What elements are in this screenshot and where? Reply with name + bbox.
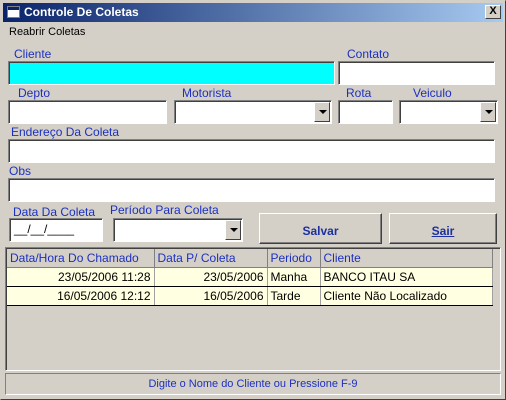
main-window: Controle De Coletas X Reabrir Coletas Cl… — [0, 0, 506, 400]
close-button[interactable]: X — [485, 5, 501, 19]
sair-button-label: Sair — [431, 224, 455, 238]
window-icon — [7, 6, 20, 18]
sair-button[interactable]: Sair — [389, 213, 497, 244]
periodo-combo[interactable] — [113, 218, 243, 242]
cliente-label: Cliente — [14, 47, 52, 61]
veiculo-combo[interactable] — [399, 100, 498, 124]
endereco-field[interactable] — [8, 139, 495, 163]
motorista-combo[interactable] — [174, 100, 332, 124]
veiculo-dropdown-icon[interactable] — [480, 102, 496, 122]
depto-field[interactable] — [8, 100, 167, 124]
motorista-dropdown-icon[interactable] — [314, 102, 330, 122]
cell-periodo: Tarde — [267, 286, 321, 306]
table-row[interactable]: 23/05/2006 11:28 23/05/2006 Manha BANCO … — [7, 267, 493, 287]
depto-label: Depto — [18, 86, 51, 100]
motorista-label: Motorista — [182, 86, 232, 100]
endereco-label: Endereço Da Coleta — [11, 125, 120, 139]
coletas-grid[interactable]: Data/Hora Do Chamado Data P/ Coleta Peri… — [5, 247, 501, 371]
data-coleta-field[interactable]: __/__/____ — [9, 218, 103, 242]
obs-field[interactable] — [8, 178, 495, 202]
veiculo-label: Veiculo — [413, 86, 452, 100]
menu-bar: Reabrir Coletas — [3, 23, 503, 41]
column-header-data-hora[interactable]: Data/Hora Do Chamado — [7, 249, 155, 268]
contato-label: Contato — [347, 47, 390, 61]
window-title: Controle De Coletas — [24, 5, 139, 19]
coletas-table: Data/Hora Do Chamado Data P/ Coleta Peri… — [7, 249, 493, 306]
cell-data-hora: 16/05/2006 12:12 — [7, 286, 155, 306]
column-header-periodo[interactable]: Periodo — [267, 249, 321, 268]
periodo-dropdown-icon[interactable] — [225, 220, 241, 240]
title-bar[interactable]: Controle De Coletas X — [3, 3, 503, 22]
salvar-button-label: Salvar — [302, 224, 339, 238]
column-header-data-coleta[interactable]: Data P/ Coleta — [154, 249, 268, 268]
cell-data-hora: 23/05/2006 11:28 — [7, 267, 155, 287]
obs-label: Obs — [9, 164, 32, 178]
cell-cliente: Cliente Não Localizado — [320, 286, 493, 306]
cell-data-coleta: 23/05/2006 — [154, 267, 268, 287]
table-header-row: Data/Hora Do Chamado Data P/ Coleta Peri… — [7, 249, 493, 268]
cell-data-coleta: 16/05/2006 — [154, 286, 268, 306]
rota-field[interactable] — [338, 100, 393, 124]
menu-reabrir-coletas[interactable]: Reabrir Coletas — [9, 26, 85, 38]
status-bar: Digite o Nome do Cliente ou Pressione F-… — [5, 373, 501, 395]
column-header-cliente[interactable]: Cliente — [320, 249, 493, 268]
rota-label: Rota — [346, 86, 372, 100]
salvar-button[interactable]: Salvar — [259, 213, 382, 244]
cell-periodo: Manha — [267, 267, 321, 287]
table-row[interactable]: 16/05/2006 12:12 16/05/2006 Tarde Client… — [7, 286, 493, 306]
cell-cliente: BANCO ITAU SA — [320, 267, 493, 287]
cliente-field[interactable] — [8, 61, 335, 85]
contato-field[interactable] — [338, 61, 495, 85]
periodo-label: Período Para Coleta — [110, 203, 219, 217]
data-coleta-label: Data Da Coleta — [13, 205, 96, 219]
